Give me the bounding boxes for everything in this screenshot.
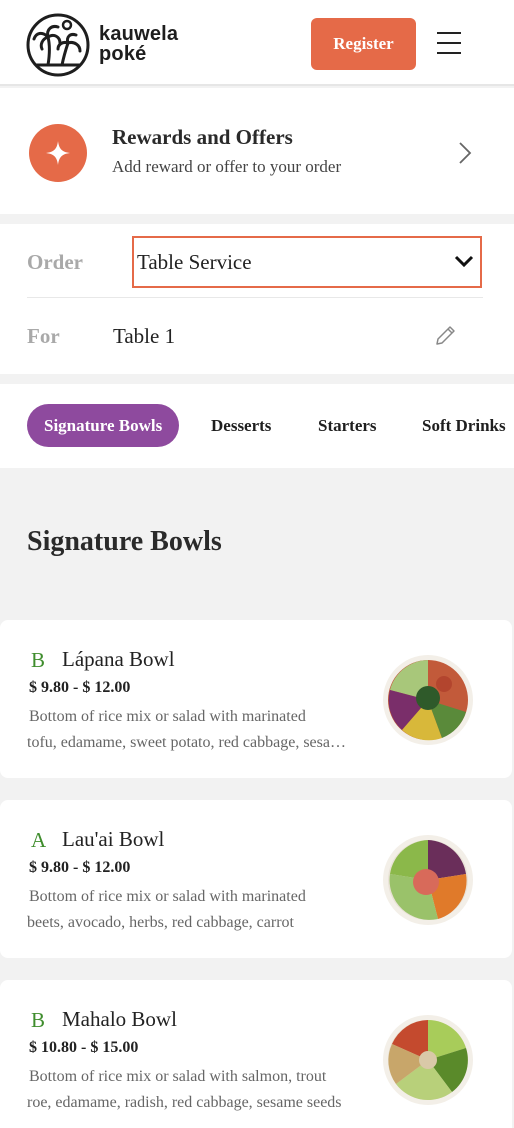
- divider: [27, 297, 483, 298]
- description-line-2: roe, edamame, radish, red cabbage, sesam…: [27, 1094, 342, 1111]
- rewards-and-offers-row[interactable]: Rewards and Offers Add reward or offer t…: [0, 88, 514, 214]
- register-button[interactable]: Register: [311, 18, 416, 70]
- tab-soft-drinks[interactable]: Soft Drinks: [422, 404, 506, 447]
- category-tabs: Signature Bowls Desserts Starters Soft D…: [0, 384, 514, 468]
- chevron-right-icon: [459, 142, 472, 164]
- brand-line-2: poké: [99, 43, 147, 65]
- rewards-subtitle: Add reward or offer to your order: [112, 157, 342, 176]
- product-name: Mahalo Bowl: [62, 1007, 177, 1031]
- nutrition-grade: A: [31, 828, 47, 852]
- brand-name: kauwela poké: [99, 24, 178, 64]
- description-line-1: Bottom of rice mix or salad with marinat…: [29, 708, 306, 725]
- tab-desserts[interactable]: Desserts: [211, 404, 271, 447]
- pencil-icon[interactable]: [433, 324, 457, 348]
- section-title: Signature Bowls: [27, 526, 222, 557]
- product-image: [383, 835, 473, 925]
- description-line-1: Bottom of rice mix or salad with salmon,…: [29, 1068, 327, 1085]
- product-price: $ 9.80 - $ 12.00: [29, 679, 131, 696]
- tab-signature-bowls[interactable]: Signature Bowls: [27, 404, 180, 447]
- product-card[interactable]: B Mahalo Bowl $ 10.80 - $ 15.00 Bottom o…: [0, 980, 512, 1128]
- order-label: Order: [27, 250, 83, 274]
- brand-line-1: kauwela: [99, 23, 179, 45]
- product-image: [383, 1015, 473, 1105]
- description-line-2: beets, avocado, herbs, red cabbage, carr…: [27, 914, 294, 931]
- order-details: Order Table Service For Table 1: [0, 224, 514, 374]
- product-name: Lau'ai Bowl: [62, 827, 165, 851]
- product-card[interactable]: B Lápana Bowl $ 9.80 - $ 12.00 Bottom of…: [0, 620, 512, 778]
- sparkle-icon: [29, 124, 87, 182]
- hamburger-icon[interactable]: [437, 32, 461, 54]
- product-description: Bottom of rice mix or salad with marinat…: [27, 884, 347, 936]
- product-name: Lápana Bowl: [62, 647, 175, 671]
- rewards-title: Rewards and Offers: [112, 125, 293, 149]
- table-value: Table 1: [113, 324, 176, 348]
- product-description: Bottom of rice mix or salad with marinat…: [27, 704, 347, 756]
- order-type-value: Table Service: [137, 250, 252, 274]
- order-type-select[interactable]: Table Service: [132, 236, 482, 288]
- nutrition-grade: B: [31, 1008, 46, 1032]
- product-image: [383, 655, 473, 745]
- palm-tree-logo-icon[interactable]: [26, 13, 90, 77]
- app-header: kauwela poké Register: [0, 0, 514, 86]
- nutrition-grade: B: [31, 648, 46, 672]
- tab-starters[interactable]: Starters: [318, 404, 377, 447]
- chevron-down-icon: [454, 255, 474, 268]
- product-description: Bottom of rice mix or salad with salmon,…: [27, 1064, 347, 1116]
- for-label: For: [27, 324, 60, 348]
- description-line-2: tofu, edamame, sweet potato, red cabbage…: [27, 734, 347, 751]
- product-price: $ 10.80 - $ 15.00: [29, 1039, 139, 1056]
- product-price: $ 9.80 - $ 12.00: [29, 859, 131, 876]
- product-card[interactable]: A Lau'ai Bowl $ 9.80 - $ 12.00 Bottom of…: [0, 800, 512, 958]
- description-line-1: Bottom of rice mix or salad with marinat…: [29, 888, 306, 905]
